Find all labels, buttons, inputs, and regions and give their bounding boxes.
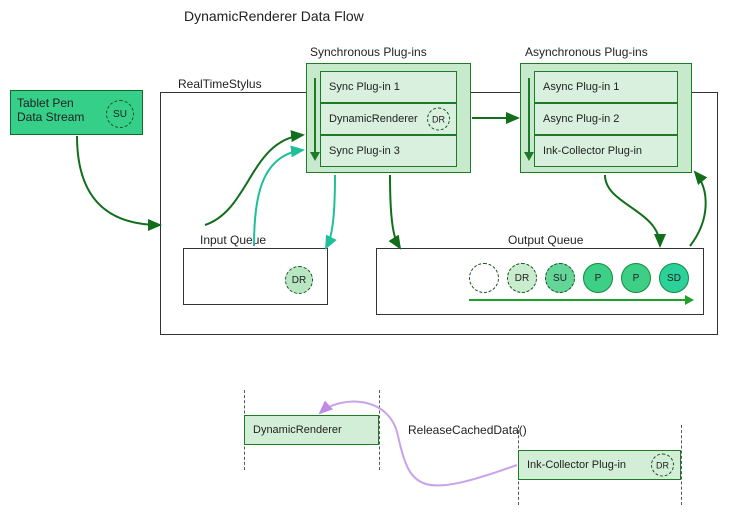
sync-plugins-box: Sync Plug-in 1 DynamicRenderer DR Sync P…	[306, 63, 471, 173]
release-cached-data-label: ReleaseCachedData()	[408, 423, 527, 437]
async-plugin-1-label: Async Plug-in 1	[543, 81, 619, 93]
input-queue-label: Input Queue	[200, 233, 266, 247]
output-queue-box: DR SU P P SD	[376, 248, 704, 315]
oq-circle-p2: P	[621, 263, 651, 293]
input-queue-dr-badge: DR	[285, 266, 313, 294]
oq-circle-p1: P	[583, 263, 613, 293]
output-queue-label: Output Queue	[508, 233, 583, 247]
async-plugins-label: Asynchronous Plug-ins	[525, 45, 648, 59]
async-flow-arrow-head	[524, 152, 534, 161]
output-queue-flow-arrowhead	[685, 295, 694, 305]
oq-circle-empty	[469, 263, 499, 293]
sync-plugin-1-label: Sync Plug-in 1	[329, 81, 400, 93]
sync-dr-badge: DR	[427, 108, 450, 131]
sync-plugin-dr-label: DynamicRenderer	[329, 113, 418, 125]
async-plugin-row-ink: Ink-Collector Plug-in	[534, 135, 678, 167]
tablet-pen-box: Tablet Pen Data Stream SU	[10, 90, 143, 135]
ink-collector-block-label: Ink-Collector Plug-in	[527, 459, 626, 471]
input-queue-box: DR	[183, 248, 328, 305]
output-queue-flow-line	[469, 299, 687, 301]
ink-dash-right	[681, 425, 682, 505]
oq-circle-dr: DR	[507, 263, 537, 293]
sync-plugin-3-label: Sync Plug-in 3	[329, 145, 400, 157]
sync-plugins-label: Synchronous Plug-ins	[310, 45, 427, 59]
sync-flow-arrow	[314, 78, 316, 152]
sync-plugin-row-1: Sync Plug-in 1	[320, 71, 457, 103]
async-plugin-row-1: Async Plug-in 1	[534, 71, 678, 103]
dynamicrenderer-block: DynamicRenderer	[244, 415, 379, 445]
sync-flow-arrow-head	[310, 152, 320, 161]
realtimestylus-label: RealTimeStylus	[178, 77, 262, 91]
oq-circle-sd: SD	[659, 263, 689, 293]
async-plugin-ink-label: Ink-Collector Plug-in	[543, 145, 642, 157]
sync-plugin-row-dr: DynamicRenderer DR	[320, 103, 457, 135]
dynamicrenderer-block-label: DynamicRenderer	[253, 424, 342, 436]
ink-collector-block: Ink-Collector Plug-in DR	[518, 450, 681, 480]
dr-dash-right	[379, 390, 380, 470]
ink-collector-dr-badge: DR	[651, 454, 674, 477]
async-plugin-2-label: Async Plug-in 2	[543, 113, 619, 125]
sync-plugin-row-3: Sync Plug-in 3	[320, 135, 457, 167]
tablet-pen-badge: SU	[106, 100, 134, 128]
async-plugin-row-2: Async Plug-in 2	[534, 103, 678, 135]
oq-circle-su: SU	[545, 263, 575, 293]
async-plugins-box: Async Plug-in 1 Async Plug-in 2 Ink-Coll…	[520, 63, 692, 173]
diagram-title: DynamicRenderer Data Flow	[184, 8, 364, 24]
async-flow-arrow	[528, 78, 530, 152]
